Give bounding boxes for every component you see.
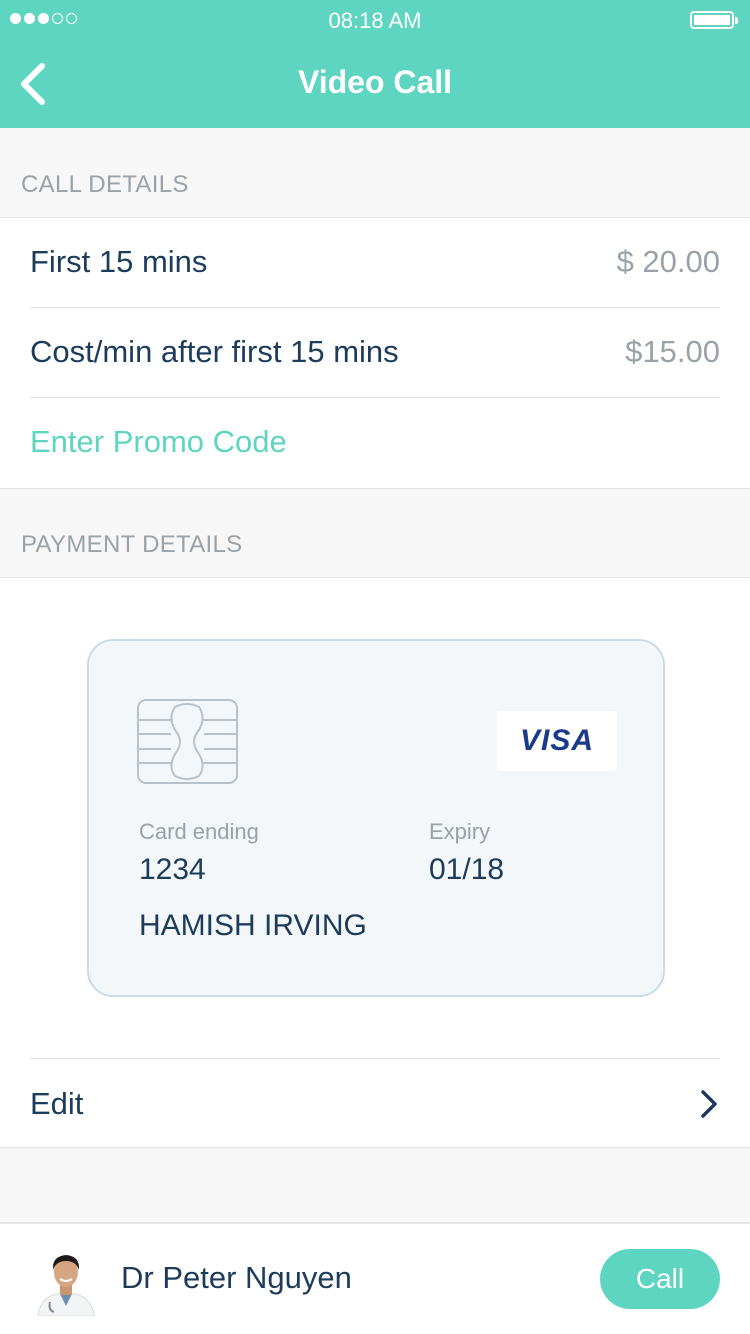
doctor-avatar	[36, 1246, 96, 1316]
credit-card: VISA Card ending 1234 Expiry 01/18 HAMIS…	[87, 639, 665, 997]
card-brand: VISA	[519, 724, 595, 757]
app-header: 08:18 AM Video Call	[0, 0, 750, 129]
call-rate-row: Cost/min after first 15 mins $15.00	[30, 308, 720, 398]
promo-code-link[interactable]: Enter Promo Code	[30, 424, 287, 460]
call-details-section-header: CALL DETAILS	[0, 128, 750, 218]
card-ending-number: 1234	[139, 853, 206, 886]
call-rate-row: First 15 mins $ 20.00	[30, 218, 720, 308]
call-rate-price: $ 20.00	[616, 244, 720, 279]
expiry-date: 01/18	[429, 853, 505, 886]
edit-label: Edit	[30, 1086, 84, 1121]
battery-icon	[690, 11, 738, 29]
visa-logo: VISA	[497, 711, 617, 771]
call-rate-label: Cost/min after first 15 mins	[30, 334, 399, 369]
doctor-call-bar: Dr Peter Nguyen Call	[0, 1222, 750, 1334]
chevron-right-icon	[701, 1090, 717, 1118]
call-button[interactable]: Call	[600, 1249, 720, 1309]
call-details-heading: CALL DETAILS	[21, 171, 189, 198]
call-rate-price: $15.00	[625, 334, 720, 369]
payment-details-heading: PAYMENT DETAILS	[21, 531, 243, 558]
call-rate-label: First 15 mins	[30, 244, 208, 279]
call-details-list: First 15 mins $ 20.00 Cost/min after fir…	[0, 218, 750, 488]
edit-payment-row[interactable]: Edit	[30, 1058, 720, 1148]
card-holder-name: HAMISH IRVING	[139, 909, 367, 942]
promo-code-row[interactable]: Enter Promo Code	[30, 398, 720, 488]
nav-bar: Video Call	[0, 40, 750, 128]
page-title: Video Call	[297, 64, 453, 100]
payment-details-section-header: PAYMENT DETAILS	[0, 488, 750, 578]
card-ending-label: Card ending	[139, 819, 259, 844]
card-chip-icon	[137, 699, 238, 784]
status-time: 08:18 AM	[328, 8, 422, 33]
status-bar: 08:18 AM	[0, 0, 750, 40]
expiry-label: Expiry	[429, 819, 491, 844]
doctor-name: Dr Peter Nguyen	[121, 1260, 352, 1295]
